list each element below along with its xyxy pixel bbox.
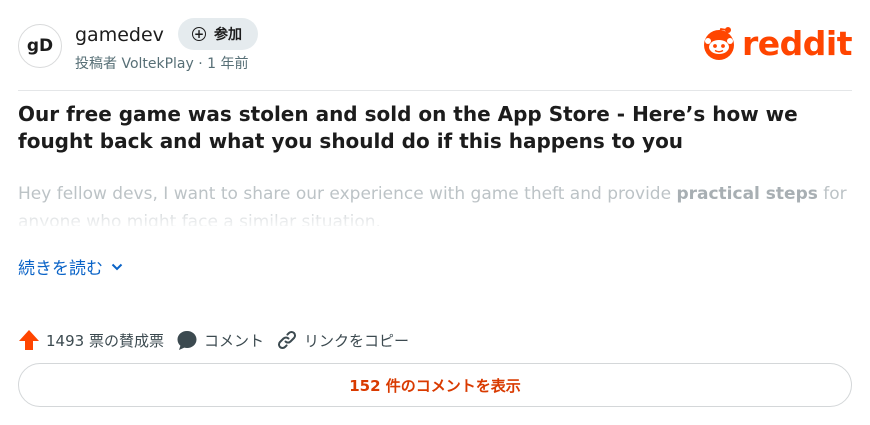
upvote-arrow-icon	[19, 330, 39, 350]
reddit-wordmark: reddit	[742, 23, 853, 63]
header-divider	[18, 90, 852, 91]
body-text-part1: Hey fellow devs, I want to share our exp…	[18, 184, 677, 204]
read-more-link[interactable]: 続きを読む	[18, 254, 123, 279]
body-bold-text: practical steps	[676, 184, 818, 204]
subreddit-name[interactable]: gamedev	[75, 24, 164, 46]
reddit-logo[interactable]: reddit	[702, 23, 853, 63]
post-actions: 1493 票の賛成票 コメント リンクをコピー	[18, 329, 409, 351]
comment-bubble-icon	[177, 331, 197, 350]
copy-link-label: リンクをコピー	[303, 331, 409, 350]
post-title[interactable]: Our free game was stolen and sold on the…	[18, 101, 838, 155]
post-meta: 投稿者 VoltekPlay · 1 年前	[75, 56, 249, 72]
copy-link-button[interactable]: リンクをコピー	[276, 329, 409, 351]
join-button-label: 参加	[214, 27, 242, 43]
vote-count: 1493 票の賛成票	[46, 331, 164, 350]
view-comments-label: 152 件のコメントを表示	[349, 376, 521, 395]
link-icon	[277, 330, 296, 350]
read-more-label: 続きを読む	[18, 259, 103, 279]
post-body-preview: Hey fellow devs, I want to share our exp…	[18, 180, 848, 226]
subreddit-avatar[interactable]: gD	[18, 24, 62, 68]
comment-label: コメント	[203, 331, 264, 350]
view-comments-button[interactable]: 152 件のコメントを表示	[18, 363, 852, 407]
snoo-icon	[704, 27, 734, 60]
plus-circle-icon: +	[192, 27, 206, 41]
comment-button[interactable]: コメント	[176, 329, 264, 351]
join-button[interactable]: + 参加	[178, 18, 258, 50]
upvote-button[interactable]: 1493 票の賛成票	[18, 329, 164, 351]
post-header: gD gamedev + 参加 投稿者 VoltekPlay · 1 年前 re…	[18, 18, 853, 74]
chevron-down-icon	[111, 263, 123, 270]
